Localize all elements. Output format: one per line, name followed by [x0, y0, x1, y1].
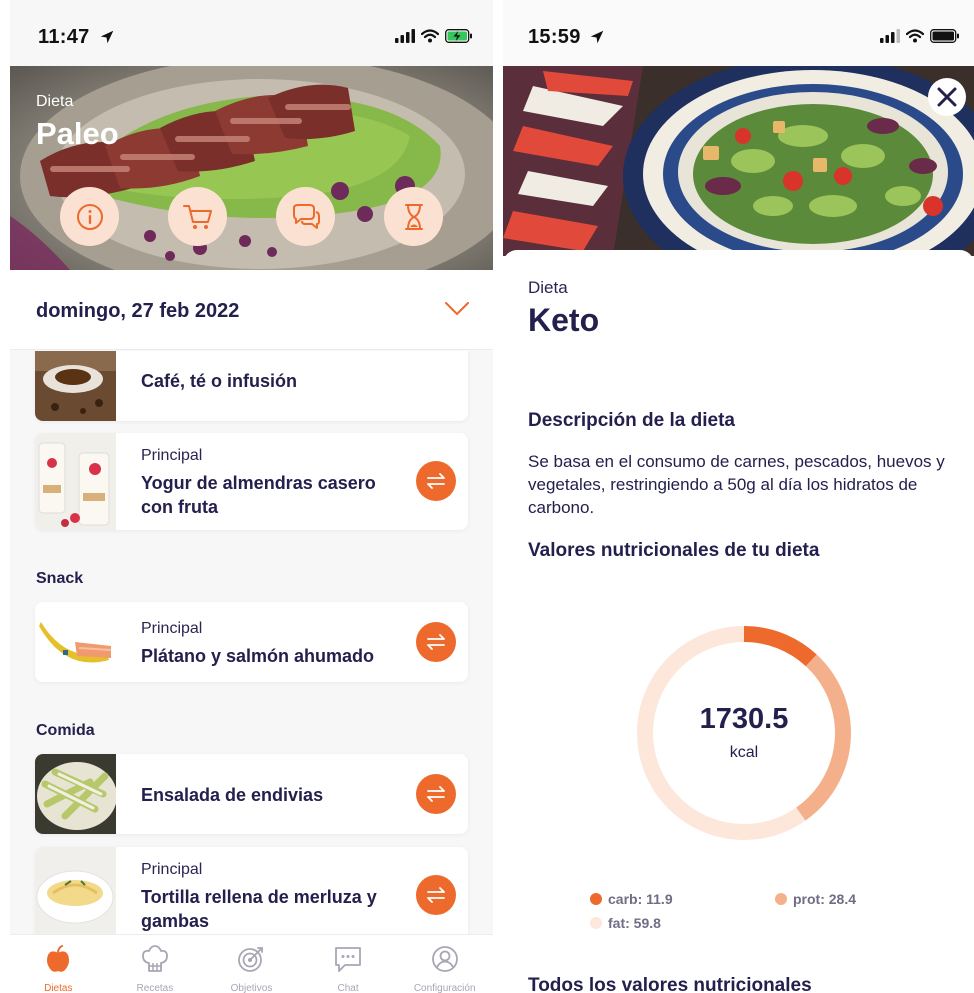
- cart-icon: [182, 204, 212, 229]
- all-values-heading: Todos los valores nutricionales: [528, 975, 812, 993]
- chat-button[interactable]: [276, 187, 335, 246]
- tab-label: Objetivos: [230, 983, 273, 993]
- salad-photo: [503, 66, 974, 256]
- tab-label: Chat: [337, 983, 359, 993]
- meal-category: Principal: [141, 861, 203, 878]
- close-button[interactable]: [928, 78, 966, 116]
- signal-icon: [880, 29, 900, 43]
- diet-plan-screen: 11:47 Dieta Paleo domingo, 27 feb 2022 C…: [10, 0, 493, 993]
- tab-objetivos[interactable]: Objetivos: [203, 935, 300, 993]
- diet-hero-image: [503, 66, 974, 256]
- meal-card[interactable]: Principal Plátano y salmón ahumado: [35, 602, 468, 682]
- hourglass-icon: [404, 203, 423, 230]
- description-heading: Descripción de la dieta: [528, 410, 735, 431]
- kcal-value: 1730.5: [699, 703, 789, 735]
- apple-icon: [47, 945, 70, 972]
- section-title-snack: Snack: [36, 570, 84, 587]
- swap-arrows-icon: [427, 786, 445, 802]
- diet-description: Se basa en el consumo de carnes, pescado…: [528, 452, 945, 517]
- status-bar: 11:47: [10, 0, 493, 66]
- wifi-icon: [421, 29, 439, 43]
- kcal-unit: kcal: [729, 744, 759, 761]
- info-icon: [76, 203, 103, 230]
- tab-recetas[interactable]: Recetas: [107, 935, 204, 993]
- macro-donut-chart: 1730.5 kcal: [637, 626, 851, 840]
- meal-title: Ensalada de endivias: [141, 785, 324, 805]
- diet-detail-screen: 15:59 Dieta Keto Descripción de la dieta…: [503, 0, 974, 993]
- shopping-cart-button[interactable]: [168, 187, 227, 246]
- selected-date: domingo, 27 feb 2022: [36, 300, 240, 322]
- chevron-down-icon: [445, 302, 469, 315]
- target-icon: [238, 947, 264, 972]
- close-icon: [937, 87, 957, 107]
- status-time: 11:47: [38, 26, 90, 48]
- battery-icon: [930, 29, 959, 43]
- legend-label: carb: 11.9: [608, 891, 673, 907]
- duration-button[interactable]: [384, 187, 443, 246]
- swap-meal-button[interactable]: [416, 774, 456, 814]
- coffee-photo: [35, 351, 116, 421]
- chef-hat-icon: [141, 945, 168, 972]
- legend-dot-fat: [590, 917, 602, 929]
- meal-card[interactable]: Principal Yogur de almendras casero con …: [35, 433, 468, 530]
- diet-name: Keto: [528, 302, 600, 338]
- legend-carb: carb: 11.9: [590, 891, 673, 907]
- section-title-comida: Comida: [36, 722, 95, 739]
- user-icon: [431, 946, 458, 972]
- info-button[interactable]: [60, 187, 119, 246]
- date-selector[interactable]: domingo, 27 feb 2022: [10, 270, 493, 350]
- swap-arrows-icon: [427, 634, 445, 650]
- swap-arrows-icon: [427, 473, 445, 489]
- meal-title: Café, té o infusión: [141, 371, 298, 391]
- meal-list[interactable]: Café, té o infusión Principal Yogur de a…: [10, 351, 493, 934]
- swap-meal-button[interactable]: [416, 622, 456, 662]
- tab-label: Recetas: [136, 983, 174, 993]
- meal-title: Tortilla rellena de merluza y gambas: [141, 887, 377, 931]
- meal-card[interactable]: Principal Tortilla rellena de merluza y …: [35, 847, 468, 934]
- diet-detail-sheet[interactable]: Dieta Keto Descripción de la dieta Se ba…: [503, 250, 974, 993]
- legend-label: prot: 28.4: [793, 891, 857, 907]
- meal-category: Principal: [141, 620, 203, 637]
- tab-label: Configuración: [413, 983, 476, 993]
- meal-title: Yogur de almendras casero con fruta: [141, 473, 376, 517]
- chat-icon: [292, 203, 320, 229]
- tab-configuracion[interactable]: Configuración: [396, 935, 493, 993]
- location-arrow-icon: [100, 30, 114, 44]
- swap-meal-button[interactable]: [416, 875, 456, 915]
- banana-photo: [35, 602, 116, 682]
- yogurt-photo: [35, 433, 116, 530]
- tab-label: Dietas: [44, 983, 73, 993]
- legend-dot-prot: [775, 893, 787, 905]
- wifi-icon: [906, 29, 924, 43]
- diet-hero-image: Dieta Paleo: [10, 66, 493, 270]
- tab-chat[interactable]: Chat: [300, 935, 397, 993]
- status-bar: 15:59: [503, 0, 974, 66]
- meal-card[interactable]: Ensalada de endivias: [35, 754, 468, 834]
- status-time: 15:59: [528, 26, 581, 48]
- chat-bubble-icon: [335, 947, 361, 972]
- endive-salad-photo: [35, 754, 116, 834]
- nutrition-heading: Valores nutricionales de tu dieta: [528, 540, 820, 561]
- meal-card[interactable]: Café, té o infusión: [35, 351, 468, 421]
- swap-arrows-icon: [427, 887, 445, 903]
- diet-label: Dieta: [528, 278, 568, 297]
- tortilla-photo: [35, 847, 116, 934]
- signal-icon: [395, 29, 415, 43]
- tab-dietas[interactable]: Dietas: [10, 935, 107, 993]
- legend-dot-carb: [590, 893, 602, 905]
- legend-fat: fat: 59.8: [590, 915, 661, 931]
- meal-title: Plátano y salmón ahumado: [141, 646, 375, 666]
- meal-category: Principal: [141, 447, 203, 464]
- legend-prot: prot: 28.4: [775, 891, 856, 907]
- location-arrow-icon: [590, 30, 604, 44]
- battery-charging-icon: [445, 29, 472, 43]
- bottom-tab-bar: Dietas Recetas Objetivos Chat Configurac…: [10, 934, 493, 993]
- diet-label: Dieta: [36, 93, 74, 110]
- diet-name: Paleo: [36, 116, 119, 151]
- swap-meal-button[interactable]: [416, 461, 456, 501]
- legend-label: fat: 59.8: [608, 915, 661, 931]
